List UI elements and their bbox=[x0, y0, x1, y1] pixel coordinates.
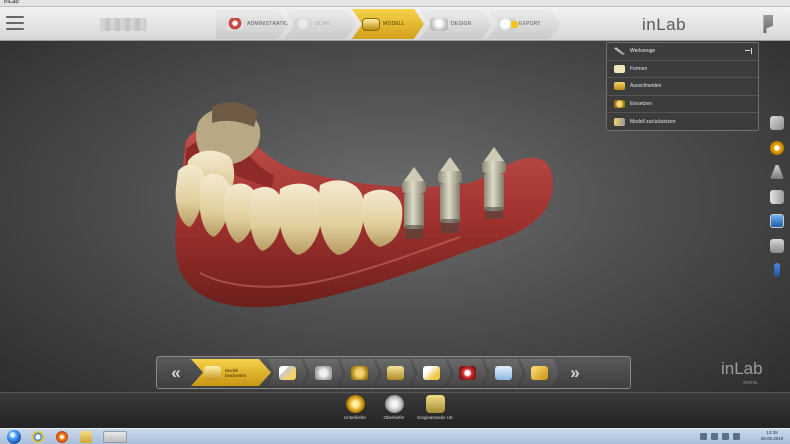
next-step-button[interactable]: » bbox=[556, 357, 590, 388]
scan-icon bbox=[294, 17, 312, 31]
preparation-icon bbox=[423, 365, 440, 380]
tool-label: Einsetzen bbox=[630, 101, 652, 108]
design-icon bbox=[430, 17, 448, 31]
tool-label: Formen bbox=[630, 65, 648, 72]
window-title: inLab bbox=[4, 0, 19, 5]
phase-label: MODELL bbox=[383, 21, 405, 27]
view-cube-icon[interactable] bbox=[770, 116, 784, 130]
window-titlebar: inLab bbox=[0, 0, 790, 7]
insertion-axis-icon bbox=[351, 365, 368, 380]
step-preparation[interactable] bbox=[412, 359, 451, 386]
shade-icon bbox=[459, 365, 476, 380]
network-icon[interactable] bbox=[722, 433, 729, 440]
shape-tool-icon bbox=[614, 64, 625, 73]
step-edit-model[interactable]: Modell bearbeiten bbox=[191, 359, 271, 386]
tools-panel-title: Werkzeuge bbox=[630, 48, 656, 55]
step-margin[interactable] bbox=[304, 359, 343, 386]
finish-icon bbox=[531, 365, 548, 380]
gingiva-mask-icon bbox=[425, 395, 445, 413]
book-icon[interactable] bbox=[770, 189, 784, 204]
settings-gear-icon[interactable] bbox=[770, 140, 784, 155]
jaw-selection-bar: Unterkiefer Oberkiefer Gingivamaske UK bbox=[0, 392, 790, 428]
tools-panel-header[interactable]: Werkzeuge bbox=[607, 43, 758, 61]
screenshot-icon[interactable] bbox=[770, 214, 784, 228]
upper-jaw-icon bbox=[384, 395, 404, 413]
inlab-logo: inLab bbox=[642, 15, 687, 34]
menu-icon[interactable] bbox=[6, 16, 24, 30]
tray-icon[interactable] bbox=[711, 433, 718, 440]
export-icon bbox=[498, 17, 518, 31]
reset-model-icon bbox=[614, 118, 625, 127]
phase-export[interactable]: EXPORT bbox=[488, 9, 560, 39]
step-shade[interactable] bbox=[448, 359, 487, 386]
system-tray bbox=[700, 433, 740, 440]
tool-cut[interactable]: Ausschneiden bbox=[607, 78, 758, 96]
clock-date: 28.06.2019 bbox=[760, 436, 784, 441]
step-insertion-axis[interactable] bbox=[340, 359, 379, 386]
top-phase-bar: ADMINISTRATION SCAN MODELL DESIGN EXPORT… bbox=[0, 7, 790, 41]
media-player-icon[interactable] bbox=[56, 431, 68, 443]
blurred-patient-name bbox=[100, 18, 146, 31]
inlab-sirona-logo: inLab sirona. bbox=[721, 359, 763, 386]
edit-model-icon bbox=[204, 365, 221, 380]
step-trim-model[interactable] bbox=[268, 359, 307, 386]
tray-icon[interactable] bbox=[700, 433, 707, 440]
gingiva-mask-button[interactable]: Gingivamaske UK bbox=[410, 395, 460, 420]
phase-label: SCAN bbox=[315, 21, 330, 27]
step-die[interactable] bbox=[376, 359, 415, 386]
tool-label: Modell zurücksetzen bbox=[630, 119, 676, 126]
phase-scan[interactable]: SCAN bbox=[284, 9, 356, 39]
previous-step-button[interactable]: « bbox=[157, 357, 191, 388]
edge-tool-icon bbox=[614, 100, 625, 109]
brand-sub: sirona. bbox=[743, 380, 759, 386]
flag-icon[interactable] bbox=[763, 15, 773, 33]
key-icon[interactable] bbox=[774, 263, 780, 277]
tools-panel: Werkzeuge Formen Ausschneiden Einsetzen … bbox=[606, 42, 759, 131]
trim-model-icon bbox=[279, 365, 296, 380]
taskbar-clock[interactable]: 13:39 28.06.2019 bbox=[757, 430, 787, 442]
inlab-taskbar-button[interactable] bbox=[103, 431, 127, 443]
explorer-folder-icon[interactable] bbox=[80, 431, 92, 443]
phase-model[interactable]: MODELL bbox=[352, 9, 424, 39]
margin-icon bbox=[315, 365, 332, 380]
phase-label: DESIGN bbox=[451, 21, 472, 27]
administration-icon bbox=[226, 17, 244, 31]
tool-reset-model[interactable]: Modell zurücksetzen bbox=[607, 113, 758, 131]
model-icon bbox=[362, 17, 380, 31]
step-articulator[interactable] bbox=[484, 359, 523, 386]
volume-icon[interactable] bbox=[733, 433, 740, 440]
jaw-label: Gingivamaske UK bbox=[416, 415, 453, 420]
step-finish[interactable] bbox=[520, 359, 559, 386]
tool-label: Ausschneiden bbox=[630, 83, 662, 90]
step-bar: « Modell bearbeiten » bbox=[156, 356, 631, 389]
phase-administration[interactable]: ADMINISTRATION bbox=[216, 9, 288, 39]
figure-icon[interactable] bbox=[770, 165, 784, 179]
phase-design[interactable]: DESIGN bbox=[420, 9, 492, 39]
windows-taskbar: 13:39 28.06.2019 bbox=[0, 428, 790, 444]
tool-shape[interactable]: Formen bbox=[607, 61, 758, 79]
start-button[interactable] bbox=[7, 430, 21, 444]
pin-icon[interactable] bbox=[745, 48, 752, 54]
lower-jaw-icon bbox=[345, 395, 365, 413]
active-step-label: Modell bearbeiten bbox=[225, 367, 247, 378]
tool-insert[interactable]: Einsetzen bbox=[607, 96, 758, 114]
die-icon bbox=[387, 365, 404, 380]
internet-explorer-icon[interactable] bbox=[32, 431, 44, 443]
articulator-icon bbox=[495, 365, 512, 380]
phase-label: EXPORT bbox=[519, 21, 541, 27]
print-icon[interactable] bbox=[770, 238, 784, 253]
phase-navigation: ADMINISTRATION SCAN MODELL DESIGN EXPORT bbox=[216, 9, 560, 39]
cut-tool-icon bbox=[614, 82, 625, 91]
wrench-icon bbox=[614, 47, 625, 56]
brand-main: inLab bbox=[721, 359, 763, 378]
phase-label: ADMINISTRATION bbox=[247, 21, 293, 27]
3d-viewport[interactable]: Werkzeuge Formen Ausschneiden Einsetzen … bbox=[0, 41, 790, 392]
side-toolbar bbox=[768, 116, 786, 288]
